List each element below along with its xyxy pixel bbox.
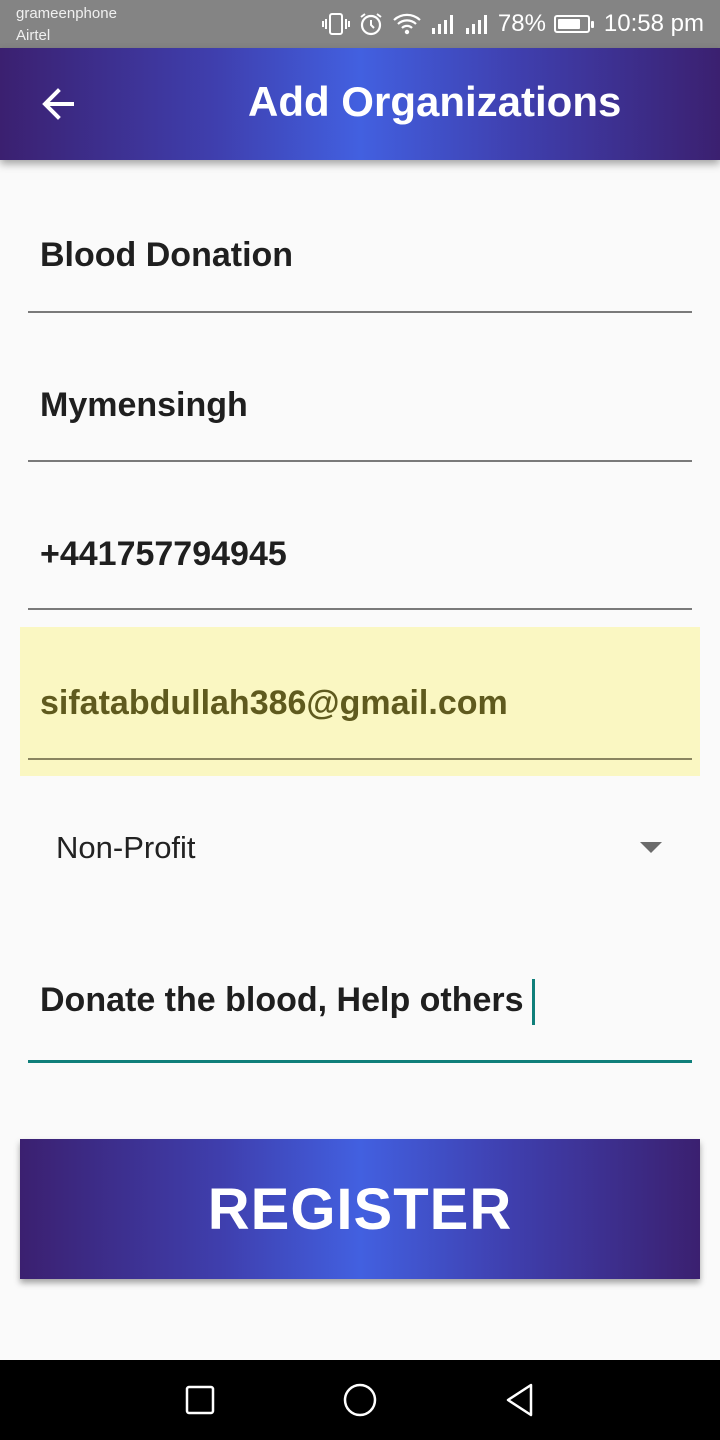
text-cursor [531, 979, 535, 1025]
signal-icon [464, 12, 490, 36]
description-text: Donate the blood, Help others [40, 979, 535, 1025]
organization-type-dropdown[interactable]: Non-Profit [40, 812, 680, 888]
status-bar: grameenphone Airtel 78% 10:58 pm [0, 0, 720, 48]
alarm-icon [358, 12, 384, 36]
status-time: 10:58 pm [603, 10, 704, 37]
organization-name-value: Blood Donation [40, 236, 294, 274]
location-field[interactable]: Mymensingh [28, 360, 692, 463]
field-underline [28, 311, 692, 313]
chevron-down-icon [640, 842, 662, 853]
status-icons: 78% 10:58 pm [321, 9, 704, 39]
organization-type-value: Non-Profit [56, 830, 196, 865]
phone-value: +441757794945 [40, 535, 287, 573]
register-button[interactable]: REGISTER [20, 1139, 700, 1279]
home-button[interactable] [340, 1380, 380, 1420]
carrier-secondary: Airtel [16, 27, 51, 44]
back-triangle-icon [506, 1383, 533, 1417]
back-button[interactable] [28, 74, 88, 134]
recent-apps-button[interactable] [180, 1380, 220, 1420]
description-field[interactable]: Donate the blood, Help others [28, 953, 692, 1065]
phone-field[interactable]: +441757794945 [28, 509, 692, 611]
field-underline [28, 460, 692, 462]
battery-icon [553, 15, 594, 33]
field-underline [28, 608, 692, 610]
field-underline [28, 758, 692, 760]
arrow-left-icon [42, 88, 74, 120]
app-bar: Add Organizations [0, 48, 720, 160]
signal-icon [430, 12, 456, 36]
organization-name-field[interactable]: Blood Donation [28, 210, 692, 314]
carrier-primary: grameenphone [16, 5, 117, 22]
recent-apps-icon [185, 1385, 215, 1415]
battery-fill [557, 19, 580, 29]
field-underline-focused [28, 1060, 692, 1063]
wifi-icon [392, 12, 422, 36]
nav-back-button[interactable] [500, 1380, 540, 1420]
location-value: Mymensingh [40, 386, 248, 424]
home-icon [343, 1383, 377, 1417]
description-value: Donate the blood, Help others [40, 980, 524, 1019]
email-value: sifatabdullah386@gmail.com [40, 684, 508, 722]
battery-percent: 78% [497, 10, 546, 37]
email-field[interactable]: sifatabdullah386@gmail.com [28, 658, 692, 761]
navigation-bar [0, 1360, 720, 1440]
vibrate-icon [321, 12, 350, 36]
page-title: Add Organizations [248, 78, 622, 125]
